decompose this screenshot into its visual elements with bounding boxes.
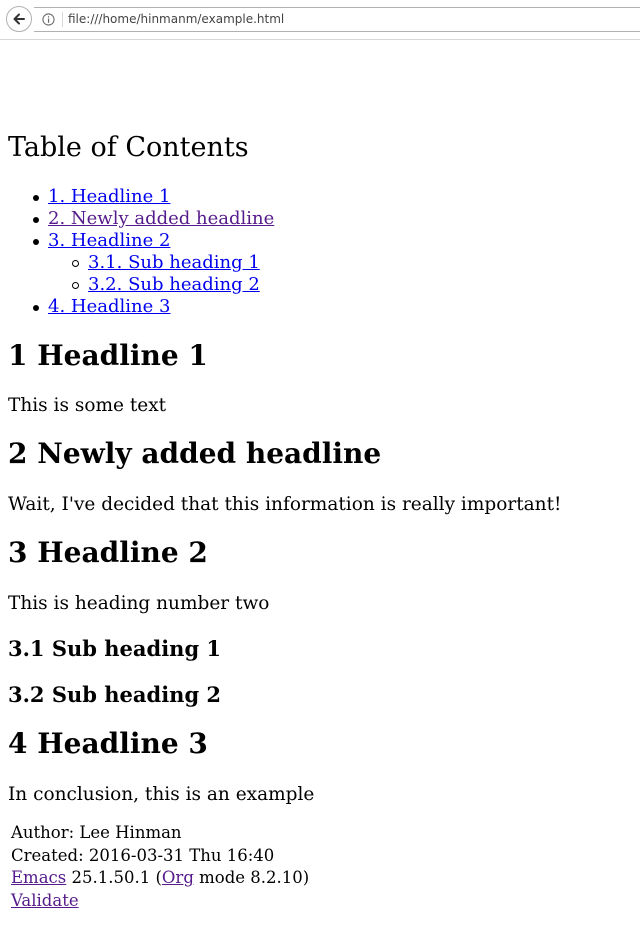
validate-link[interactable]: Validate [11,891,79,910]
toc-link-3-2[interactable]: 3.2. Sub heading 2 [88,274,260,295]
info-icon[interactable] [42,13,55,26]
postamble: Author: Lee Hinman Created: 2016-03-31 T… [11,822,309,912]
url-text[interactable]: file:///home/hinmanm/example.html [68,12,284,27]
toc-link-3-1[interactable]: 3.1. Sub heading 1 [88,252,260,273]
toc-link-2[interactable]: 2. Newly added headline [48,208,274,229]
toc-sublist: 3.1. Sub heading 1 3.2. Sub heading 2 [48,252,274,296]
toc-link-1[interactable]: 1. Headline 1 [48,186,170,207]
author-line: Author: Lee Hinman [11,823,182,842]
section-2-heading: 2 Newly added headline [8,437,382,470]
toc-list: 1. Headline 1 2. Newly added headline 3.… [8,186,274,318]
section-3-text: This is heading number two [8,593,270,614]
url-divider [62,12,63,27]
toc-item: 2. Newly added headline [8,208,274,230]
toc-subitem: 3.1. Sub heading 1 [48,252,274,274]
back-button[interactable] [6,6,32,32]
back-arrow-icon [13,13,25,25]
validate-line: Validate [11,890,309,913]
creator-line: Emacs 25.1.50.1 (Org mode 8.2.10) [11,867,309,890]
toc-link-4[interactable]: 4. Headline 3 [48,296,170,317]
toc-item: 1. Headline 1 [8,186,274,208]
url-bar[interactable]: file:///home/hinmanm/example.html [34,7,640,32]
section-1-heading: 1 Headline 1 [8,339,208,372]
section-3-2-heading: 3.2 Sub heading 2 [8,682,222,707]
emacs-version: 25.1.50.1 ( [66,868,162,887]
org-link[interactable]: Org [162,868,194,887]
section-4-heading: 4 Headline 3 [8,727,208,760]
toc-link-3[interactable]: 3. Headline 2 [48,230,170,251]
created-line: Created: 2016-03-31 Thu 16:40 [11,845,275,865]
toc-item: 3. Headline 2 3.1. Sub heading 1 3.2. Su… [8,230,274,296]
section-4-text: In conclusion, this is an example [8,784,315,805]
browser-toolbar: file:///home/hinmanm/example.html [0,0,640,40]
toc-item: 4. Headline 3 [8,296,274,318]
org-version: mode 8.2.10) [193,868,310,887]
toc-subitem: 3.2. Sub heading 2 [48,274,274,296]
section-3-heading: 3 Headline 2 [8,536,208,569]
section-2-text: Wait, I've decided that this information… [8,494,562,515]
toc-title: Table of Contents [8,132,249,163]
emacs-link[interactable]: Emacs [11,868,66,887]
section-3-1-heading: 3.1 Sub heading 1 [8,636,222,661]
section-1-text: This is some text [8,395,167,416]
